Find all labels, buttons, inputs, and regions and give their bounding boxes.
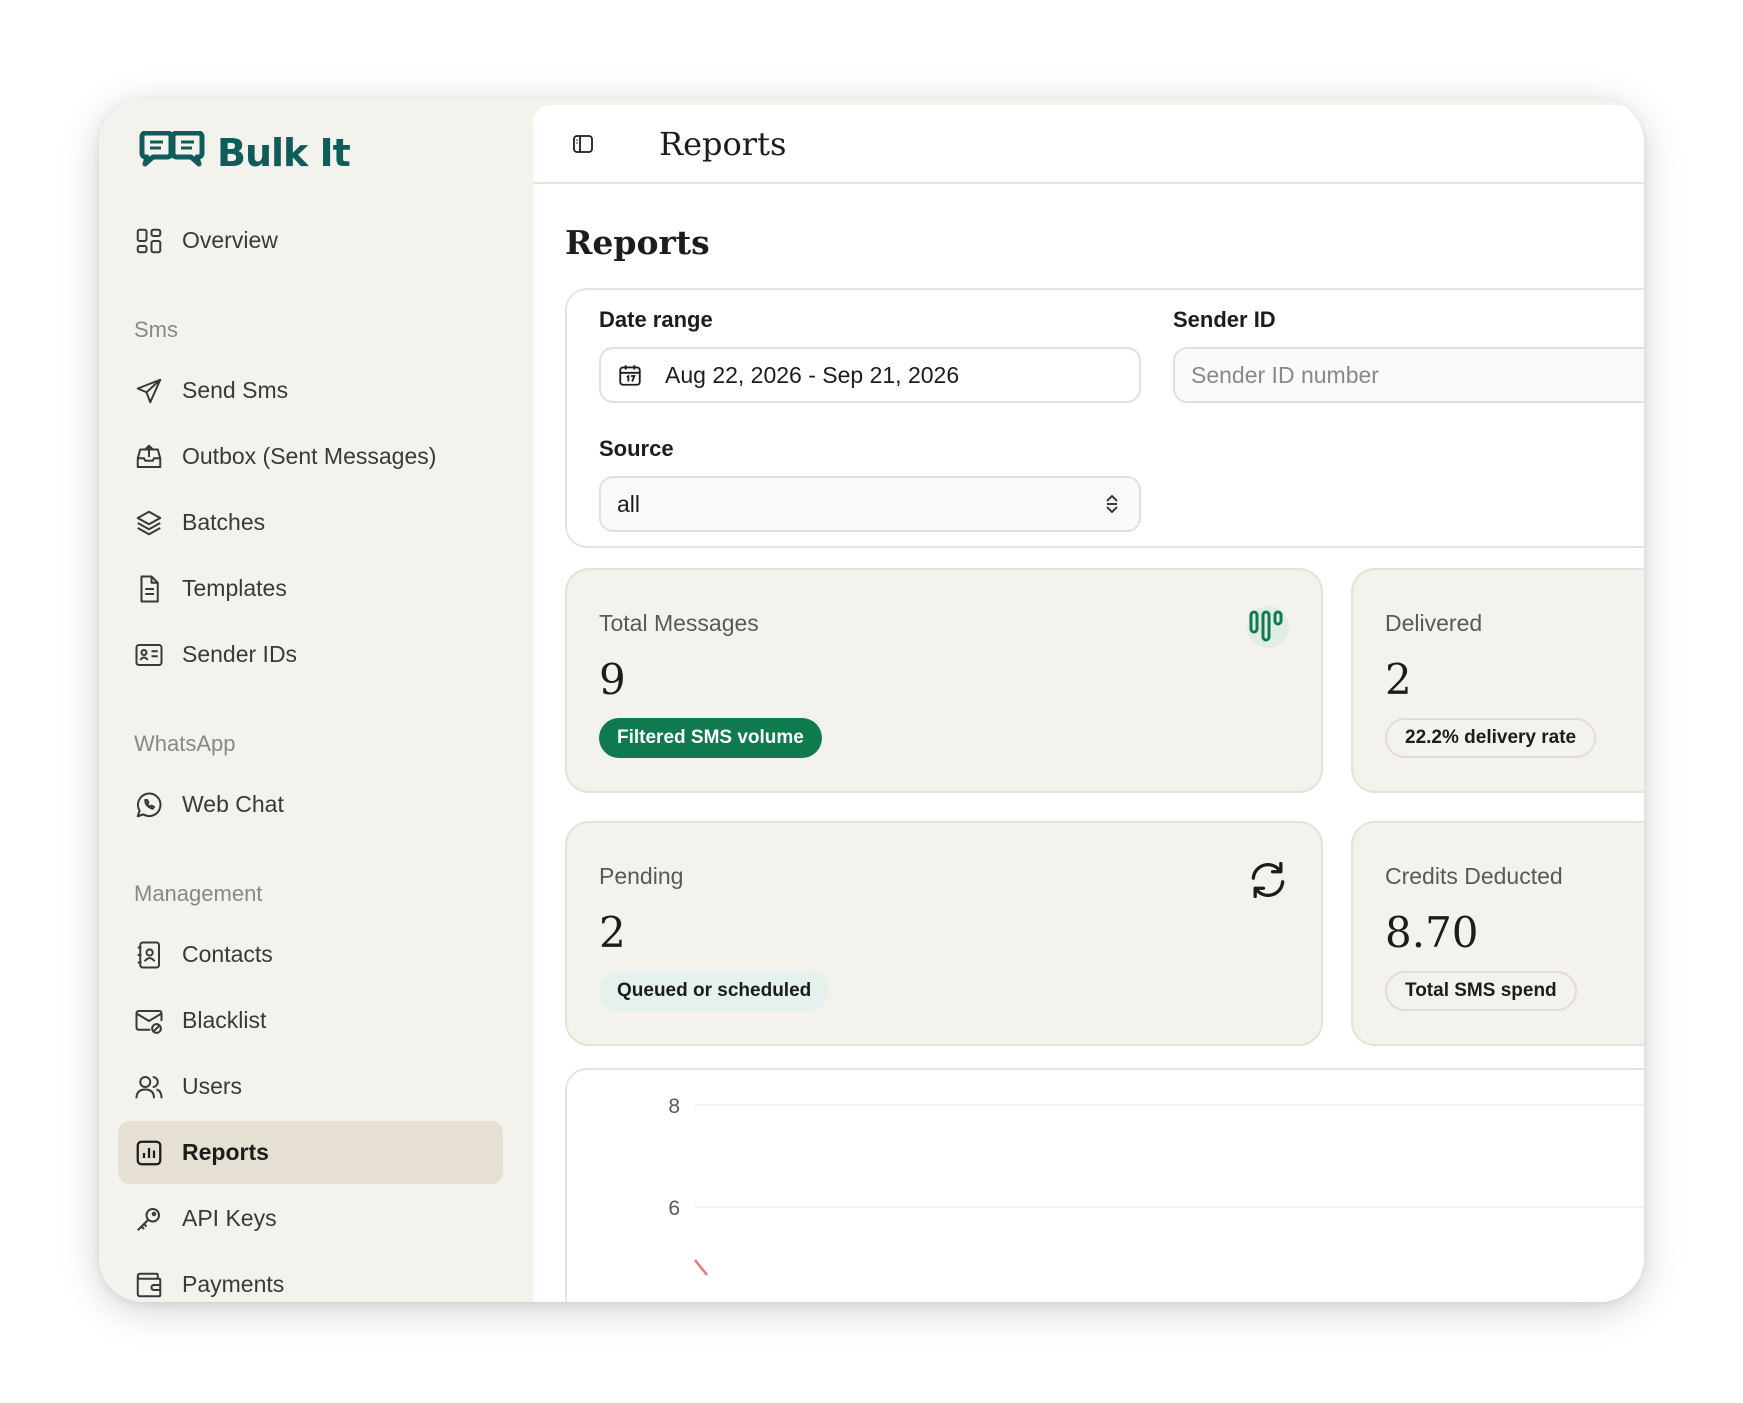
card-label: Credits Deducted	[1385, 863, 1563, 889]
sidebar-item-web-chat[interactable]: Web Chat	[118, 773, 503, 836]
sidebar-item-contacts[interactable]: Contacts	[118, 923, 503, 986]
sidebar-item-label: Templates	[182, 575, 287, 601]
calendar-icon	[619, 365, 641, 386]
chat-bubbles-logo-icon	[139, 131, 205, 167]
date-range-label: Date range	[599, 307, 713, 332]
date-range-picker[interactable]: Aug 22, 2026 - Sep 21, 2026	[599, 347, 1141, 403]
main-panel: Reports Reports Date range Aug 22, 2026 …	[533, 105, 1644, 1302]
sidebar-section-management: Management	[134, 881, 263, 906]
sidebar-item-label: Reports	[182, 1139, 269, 1165]
y-tick-label: 8	[668, 1095, 680, 1118]
sidebar-item-send-sms[interactable]: Send Sms	[118, 359, 503, 422]
brand-logo[interactable]: Bulk It	[137, 131, 351, 175]
contacts-book-icon	[137, 941, 160, 968]
card-value: 8.70	[1385, 908, 1479, 957]
sidebar-item-blacklist[interactable]: Blacklist	[118, 989, 503, 1052]
messages-chart: 86	[565, 1068, 1644, 1302]
users-icon	[135, 1075, 163, 1098]
sidebar-item-label: Users	[182, 1073, 243, 1099]
chart-svg: 86	[668, 1095, 1644, 1276]
layers-icon	[136, 510, 162, 535]
sidebar-item-templates[interactable]: Templates	[118, 557, 503, 620]
toggle-sidebar-button[interactable]	[569, 130, 597, 158]
sidebar-item-label: Web Chat	[182, 791, 284, 817]
wallet-icon	[136, 1272, 162, 1297]
sidebar-item-label: Send Sms	[182, 377, 289, 403]
delivered-card: Delivered 2 22.2% delivery rate	[1351, 568, 1644, 793]
sidebar-item-overview[interactable]: Overview	[118, 209, 503, 272]
source-label: Source	[599, 436, 674, 461]
message-count-icon	[1245, 604, 1291, 650]
app-window: Bulk It Overview Sms Send Sms Outbox (Se…	[99, 99, 1644, 1302]
refresh-icon	[1245, 857, 1291, 903]
sidebar-item-label: Sender IDs	[182, 641, 298, 667]
card-value: 2	[1385, 655, 1412, 704]
document-icon	[140, 575, 159, 602]
top-bar: Reports	[533, 105, 1644, 184]
date-range-value: Aug 22, 2026 - Sep 21, 2026	[665, 361, 960, 388]
sidebar-item-label: API Keys	[182, 1205, 277, 1231]
sidebar-item-api-keys[interactable]: API Keys	[118, 1187, 503, 1250]
series-line	[694, 1259, 708, 1276]
sidebar-item-outbox[interactable]: Outbox (Sent Messages)	[118, 425, 503, 488]
grid-icon	[136, 228, 162, 253]
sidebar-item-label: Batches	[182, 509, 266, 535]
sidebar-item-batches[interactable]: Batches	[118, 491, 503, 554]
id-card-icon	[135, 643, 163, 666]
sidebar-item-users[interactable]: Users	[118, 1055, 503, 1118]
sidebar-item-label: Payments	[182, 1271, 285, 1297]
whatsapp-icon	[136, 792, 162, 817]
key-icon	[137, 1207, 160, 1231]
source-selected-value: all	[617, 490, 641, 517]
y-tick-label: 6	[668, 1197, 680, 1220]
card-label: Pending	[599, 863, 684, 889]
send-icon	[136, 378, 162, 403]
mail-blocked-icon	[135, 1009, 163, 1034]
sidebar-item-label: Blacklist	[182, 1007, 267, 1033]
sidebar-section-whatsapp: WhatsApp	[134, 731, 236, 756]
status-badge: 22.2% delivery rate	[1385, 718, 1597, 758]
chevron-up-down-icon	[1106, 495, 1118, 513]
status-badge: Total SMS spend	[1385, 971, 1577, 1011]
sidebar-item-label: Contacts	[182, 941, 273, 967]
source-select[interactable]: all	[599, 476, 1141, 532]
inbox-upload-icon	[136, 444, 162, 468]
status-badge: Queued or scheduled	[599, 971, 830, 1011]
reports-content: Reports Date range Aug 22, 2026 - Sep 21…	[565, 223, 1644, 1302]
brand-name: Bulk It	[217, 131, 351, 175]
card-label: Total Messages	[599, 610, 759, 636]
sidebar: Bulk It Overview Sms Send Sms Outbox (Se…	[99, 99, 533, 1302]
stats-cards: Total Messages 9 Filtered SMS volume Del…	[565, 568, 1644, 1046]
sidebar-item-reports[interactable]: Reports	[118, 1121, 503, 1184]
total-messages-card: Total Messages 9 Filtered SMS volume	[565, 568, 1323, 793]
sidebar-item-label: Overview	[182, 227, 278, 253]
filters-panel: Date range Aug 22, 2026 - Sep 21, 2026 S…	[565, 288, 1644, 548]
sidebar-section-sms: Sms	[134, 317, 178, 342]
sender-id-input[interactable]: Sender ID number	[1173, 347, 1644, 403]
sidebar-nav: Overview Sms Send Sms Outbox (Sent Messa…	[118, 209, 503, 1302]
pending-card: Pending 2 Queued or scheduled	[565, 821, 1323, 1046]
bar-chart-icon	[136, 1140, 162, 1165]
page-title: Reports	[565, 223, 710, 262]
card-value: 9	[599, 655, 626, 704]
card-value: 2	[599, 908, 626, 957]
credits-deducted-card: Credits Deducted 8.70 Total SMS spend	[1351, 821, 1644, 1046]
sidebar-item-payments[interactable]: Payments	[118, 1253, 503, 1302]
sidebar-item-sender-ids[interactable]: Sender IDs	[118, 623, 503, 686]
header-title: Reports	[659, 124, 787, 163]
sidebar-item-label: Outbox (Sent Messages)	[182, 443, 437, 469]
card-label: Delivered	[1385, 610, 1483, 636]
status-badge: Filtered SMS volume	[599, 718, 822, 758]
sender-id-label: Sender ID	[1173, 307, 1276, 332]
sidebar-panel-icon	[573, 134, 593, 153]
